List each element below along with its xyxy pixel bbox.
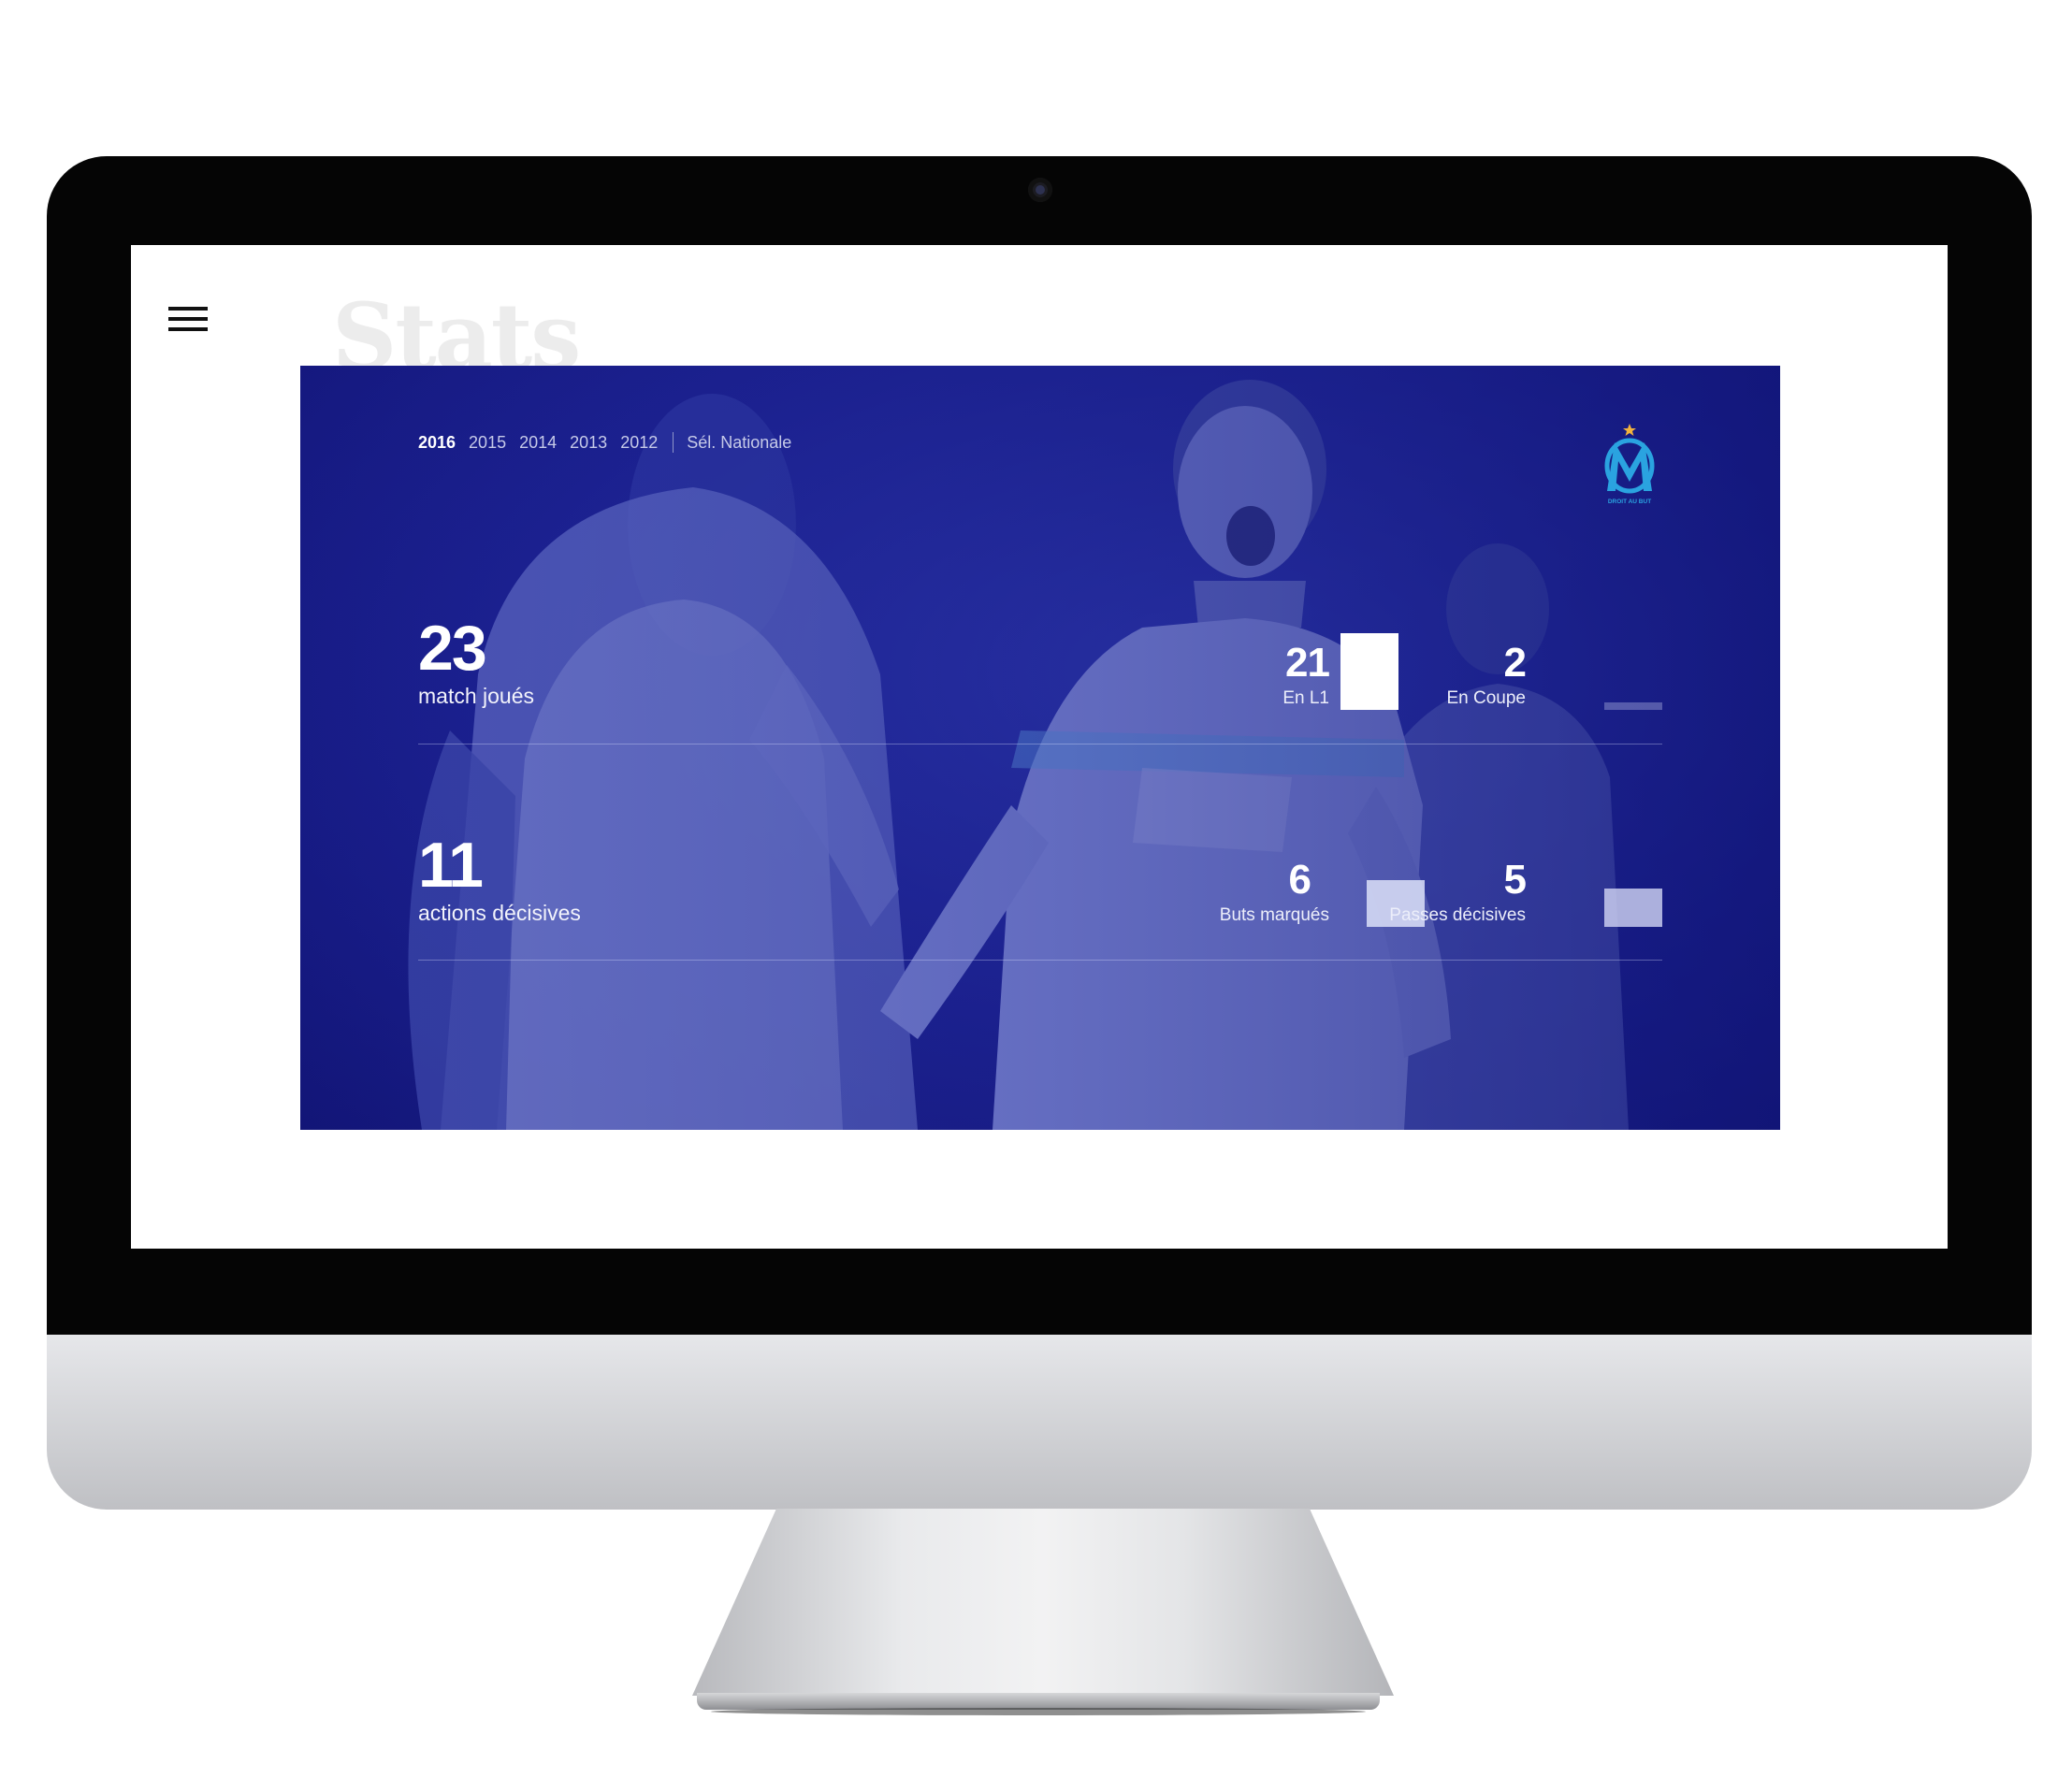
tab-selection-nationale[interactable]: Sél. Nationale [687,433,791,453]
stats-panel: 2016 2015 2014 2013 2012 Sél. Nationale … [300,366,1780,1130]
tab-2012[interactable]: 2012 [620,433,658,453]
matches-label: match joués [418,684,535,708]
decisive-actions-value: 11 [418,830,484,901]
season-tabs: 2016 2015 2014 2013 2012 Sél. Nationale [418,432,804,453]
tab-2013[interactable]: 2013 [570,433,607,453]
cup-matches-value: 2 [1503,640,1527,686]
monitor-stand [692,1509,1394,1696]
screen: Stats 2016 2015 2014 2013 2012 Sél. Nati… [131,245,1948,1249]
assists-bar [1604,889,1662,927]
player-photo [300,366,1780,1130]
cup-matches-label: En Coupe [1446,688,1526,708]
tab-separator [673,432,674,453]
league-matches-label: En L1 [1282,688,1329,708]
om-crest-logo: DROIT AU BUT [1604,424,1655,505]
goals-label: Buts marqués [1219,905,1329,925]
webcam-icon [1028,178,1052,202]
league-matches-value: 21 [1285,640,1330,686]
goals-value: 6 [1288,857,1311,903]
crest-motto: DROIT AU BUT [1608,499,1651,505]
tab-2016[interactable]: 2016 [418,433,456,453]
tab-2014[interactable]: 2014 [519,433,557,453]
monitor-stand-shadow [711,1708,1366,1715]
assists-value: 5 [1503,857,1527,903]
hamburger-menu-icon[interactable] [168,303,208,335]
cup-matches-bar [1604,702,1662,710]
decisive-actions-label: actions décisives [418,901,581,925]
assists-label: Passes décisives [1389,905,1526,925]
stats-divider [418,960,1662,961]
matches-value: 23 [418,613,487,684]
tab-2015[interactable]: 2015 [469,433,506,453]
monitor-chin [47,1335,2032,1510]
